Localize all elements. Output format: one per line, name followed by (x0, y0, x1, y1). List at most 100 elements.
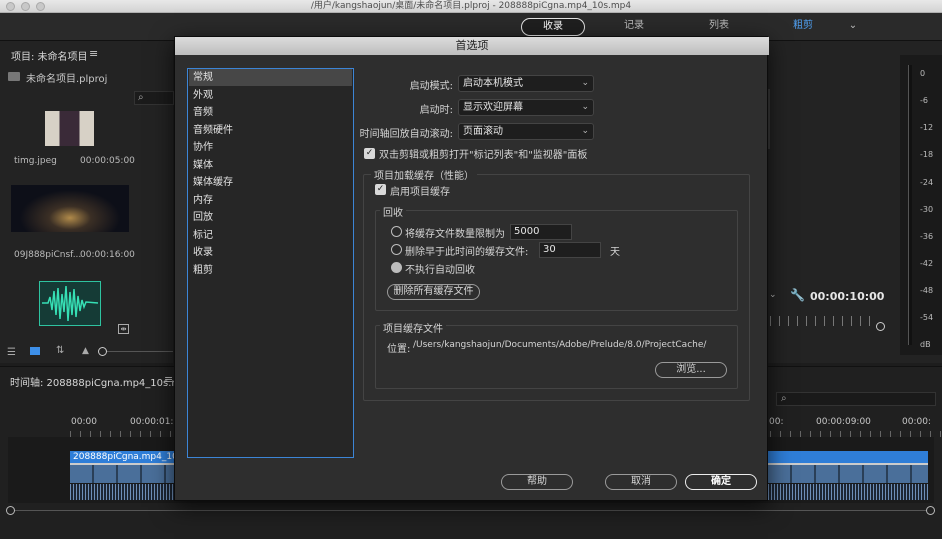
window-titlebar: /用户/kangshaojun/桌面/未命名项目.plproj - 208888… (0, 0, 942, 13)
playhead-handle[interactable] (876, 322, 885, 331)
video-thumbnail[interactable] (11, 185, 129, 232)
delete-older-radio[interactable] (391, 244, 402, 255)
workspace-menu-chevron-icon[interactable]: ⌄ (845, 18, 861, 36)
category-markers[interactable]: 标记 (189, 227, 352, 244)
category-collaboration[interactable]: 协作 (189, 139, 352, 156)
category-rough-cut[interactable]: 粗剪 (189, 262, 352, 279)
sort-icon[interactable]: ⇅ (56, 345, 64, 356)
audio-badge-icon: ⇹ (118, 324, 129, 334)
dialog-title: 首选项 (175, 37, 769, 55)
timeline-scrollbar[interactable] (15, 510, 927, 511)
help-button[interactable]: 帮助 (501, 474, 573, 490)
preferences-dialog: 首选项 常规 外观 音频 音频硬件 协作 媒体 媒体缓存 内存 回放 标记 收录… (174, 36, 769, 501)
category-appearance[interactable]: 外观 (189, 87, 352, 104)
category-general[interactable]: 常规 (189, 69, 352, 86)
chevron-down-icon[interactable]: ⌄ (769, 290, 777, 300)
at-startup-select[interactable]: 显示欢迎屏幕 ⌄ (458, 99, 594, 116)
cancel-button[interactable]: 取消 (605, 474, 677, 490)
meter-label: -42 (920, 259, 934, 268)
meter-label: -6 (920, 96, 928, 105)
no-auto-reclaim-radio[interactable] (391, 262, 402, 273)
startup-mode-label: 启动模式: (409, 81, 453, 92)
meter-label: dB (920, 340, 931, 349)
category-audio[interactable]: 音频 (189, 104, 352, 121)
audio-meter: 0 -6 -12 -18 -24 -30 -36 -42 -48 -54 dB (900, 55, 942, 355)
meter-label: -48 (920, 286, 934, 295)
limit-files-input[interactable]: 5000 (510, 224, 572, 240)
clip-duration: 00:00:05:00 (80, 156, 135, 166)
project-panel-title: 项目: 未命名项目 (11, 52, 88, 63)
tab-list[interactable]: 列表 (697, 18, 741, 36)
delete-all-cache-button[interactable]: 删除所有缓存文件 (387, 284, 480, 300)
double-click-checkbox[interactable]: ✓ (364, 148, 375, 159)
at-startup-value: 显示欢迎屏幕 (463, 102, 523, 113)
category-ingest[interactable]: 收录 (189, 244, 352, 261)
meter-label: -24 (920, 178, 934, 187)
meter-label: -30 (920, 205, 934, 214)
tab-rough-cut[interactable]: 粗剪 (781, 18, 825, 36)
category-audio-hardware[interactable]: 音频硬件 (189, 122, 352, 139)
scroll-left-handle[interactable] (6, 506, 15, 515)
timg-thumbnail[interactable] (45, 111, 94, 146)
category-playback[interactable]: 回放 (189, 209, 352, 226)
clip-name: 09J888piCnsf... (14, 250, 82, 260)
ok-button[interactable]: 确定 (685, 474, 757, 490)
panel-menu-icon[interactable]: ≡ (164, 373, 173, 386)
chevron-down-icon: ⌄ (581, 102, 589, 112)
delete-older-input[interactable]: 30 (539, 242, 601, 258)
list-view-icon[interactable]: ☰ (7, 347, 16, 358)
timeline-scroll-select[interactable]: 页面滚动 ⌄ (458, 123, 594, 140)
location-label: 位置: (387, 344, 411, 355)
no-auto-text: 不执行自动回收 (405, 265, 475, 276)
double-click-text: 双击剪辑或粗剪打开"标记列表"和"监视器"面板 (379, 150, 588, 161)
scroll-right-handle[interactable] (926, 506, 935, 515)
startup-mode-value: 启动本机模式 (463, 78, 523, 89)
video-filmstrip (70, 463, 174, 483)
category-memory[interactable]: 内存 (189, 192, 352, 209)
chevron-down-icon: ⌄ (581, 126, 589, 136)
search-icon[interactable]: ⌕ (134, 91, 174, 105)
video-filmstrip (768, 463, 928, 483)
timeline-clip[interactable]: 208888piCgna.mp4_10s.m (70, 451, 174, 463)
reclaim-title: 回收 (380, 204, 406, 219)
folder-icon (8, 72, 20, 81)
wrench-icon[interactable]: 🔧 (790, 288, 805, 302)
ruler-label: 00:00: (902, 417, 931, 427)
ruler-label: 00: (769, 417, 784, 427)
at-startup-label: 启动时: (419, 105, 453, 116)
startup-mode-select[interactable]: 启动本机模式 ⌄ (458, 75, 594, 92)
window-title: /用户/kangshaojun/桌面/未命名项目.plproj - 208888… (310, 1, 632, 11)
meter-label: -12 (920, 123, 934, 132)
monitor-edge (768, 89, 770, 149)
chevron-down-icon: ⌄ (581, 78, 589, 88)
search-icon[interactable]: ⌕ (776, 392, 936, 406)
audio-waveform-thumbnail[interactable] (39, 281, 101, 326)
zoom-out-icon[interactable]: ▲ (82, 346, 89, 356)
panel-menu-icon[interactable]: ≡ (89, 47, 98, 60)
limit-files-radio[interactable] (391, 226, 402, 237)
timeline-clip-tail[interactable] (768, 451, 928, 463)
zoom-slider-track[interactable] (107, 351, 173, 352)
category-list: 常规 外观 音频 音频硬件 协作 媒体 媒体缓存 内存 回放 标记 收录 粗剪 (187, 68, 354, 458)
location-path: /Users/kangshaojun/Documents/Adobe/Prelu… (413, 340, 707, 350)
audio-waveform (768, 484, 928, 500)
project-file-name: 未命名项目.plproj (26, 74, 108, 85)
clip-duration: 00:00:16:00 (80, 250, 135, 260)
meter-label: 0 (920, 69, 926, 78)
category-media[interactable]: 媒体 (189, 157, 352, 174)
ruler-label: 00:00:09:00 (816, 417, 871, 427)
tab-ingest[interactable]: 收录 (521, 18, 585, 36)
limit-files-text: 将缓存文件数量限制为 (405, 229, 505, 240)
zoom-slider-handle[interactable] (98, 347, 107, 356)
ruler-label: 00:00:01:0 (130, 417, 180, 427)
ruler-label: 00:00 (71, 417, 97, 427)
icon-view-icon[interactable] (30, 347, 40, 355)
project-panel: 项目: 未命名项目 ≡ 未命名项目.plproj ⌕ timg.jpeg 00:… (0, 41, 174, 363)
enable-cache-text: 启用项目缓存 (390, 187, 450, 198)
browse-button[interactable]: 浏览... (655, 362, 727, 378)
timeline-scroll-label: 时间轴回放自动滚动: (359, 129, 453, 140)
category-media-cache[interactable]: 媒体缓存 (189, 174, 352, 191)
clip-name: timg.jpeg (14, 156, 57, 166)
enable-cache-checkbox[interactable]: ✓ (375, 184, 386, 195)
tab-log[interactable]: 记录 (612, 18, 656, 36)
